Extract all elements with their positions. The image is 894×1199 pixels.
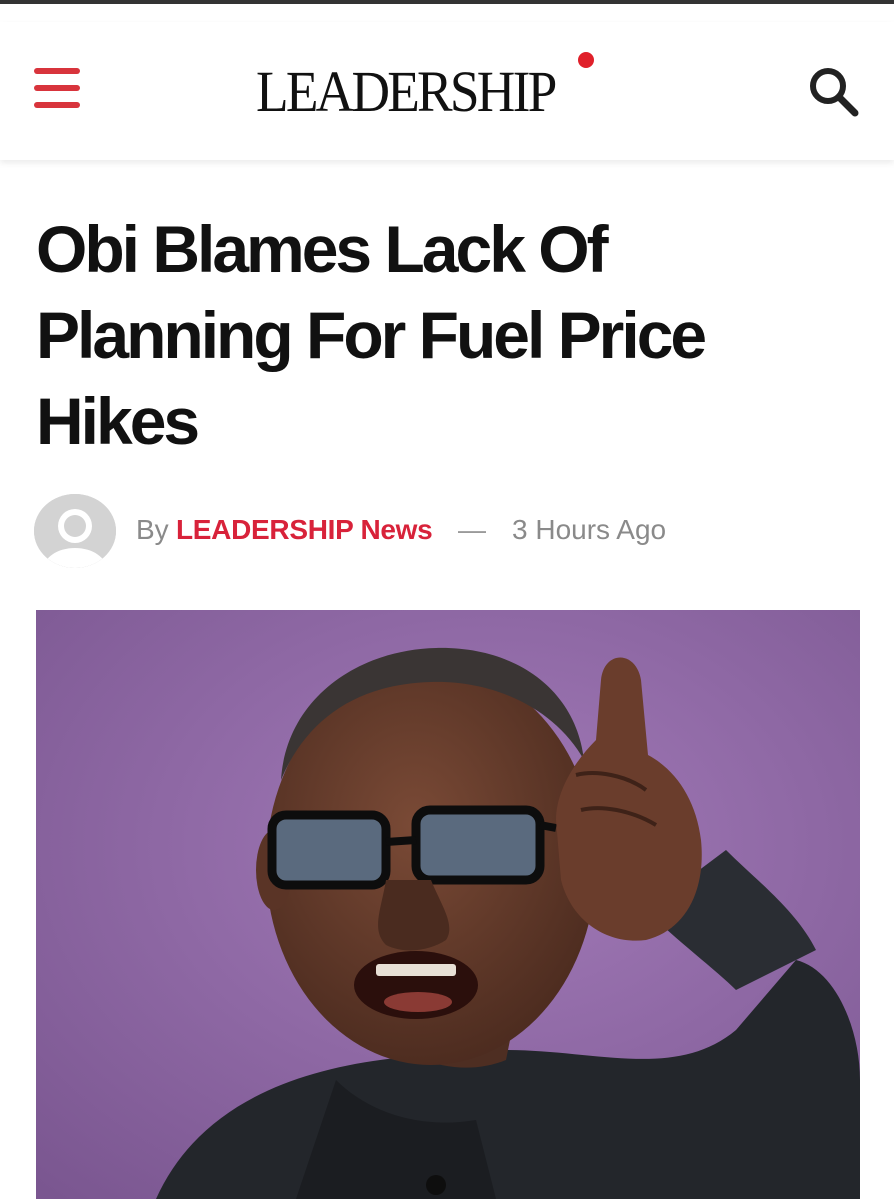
publish-time: 3 Hours Ago bbox=[512, 514, 667, 545]
by-label: By bbox=[136, 514, 169, 545]
hamburger-menu-icon[interactable] bbox=[34, 68, 80, 108]
article-headline: Obi Blames Lack Of Planning For Fuel Pri… bbox=[36, 212, 707, 458]
byline-separator: — bbox=[458, 514, 486, 545]
site-header: LEADERSHIP bbox=[0, 22, 894, 160]
author-link[interactable]: LEADERSHIP News bbox=[176, 514, 433, 546]
search-icon[interactable] bbox=[806, 64, 862, 120]
top-border bbox=[0, 0, 894, 4]
article-byline: By LEADERSHIP News — 3 Hours Ago bbox=[34, 494, 854, 570]
logo-text: LEADERSHIP bbox=[256, 59, 557, 124]
article-photo[interactable] bbox=[36, 610, 860, 1199]
logo-dot-icon bbox=[578, 52, 594, 68]
site-logo[interactable]: LEADERSHIP bbox=[256, 60, 636, 124]
author-avatar[interactable] bbox=[34, 494, 116, 568]
